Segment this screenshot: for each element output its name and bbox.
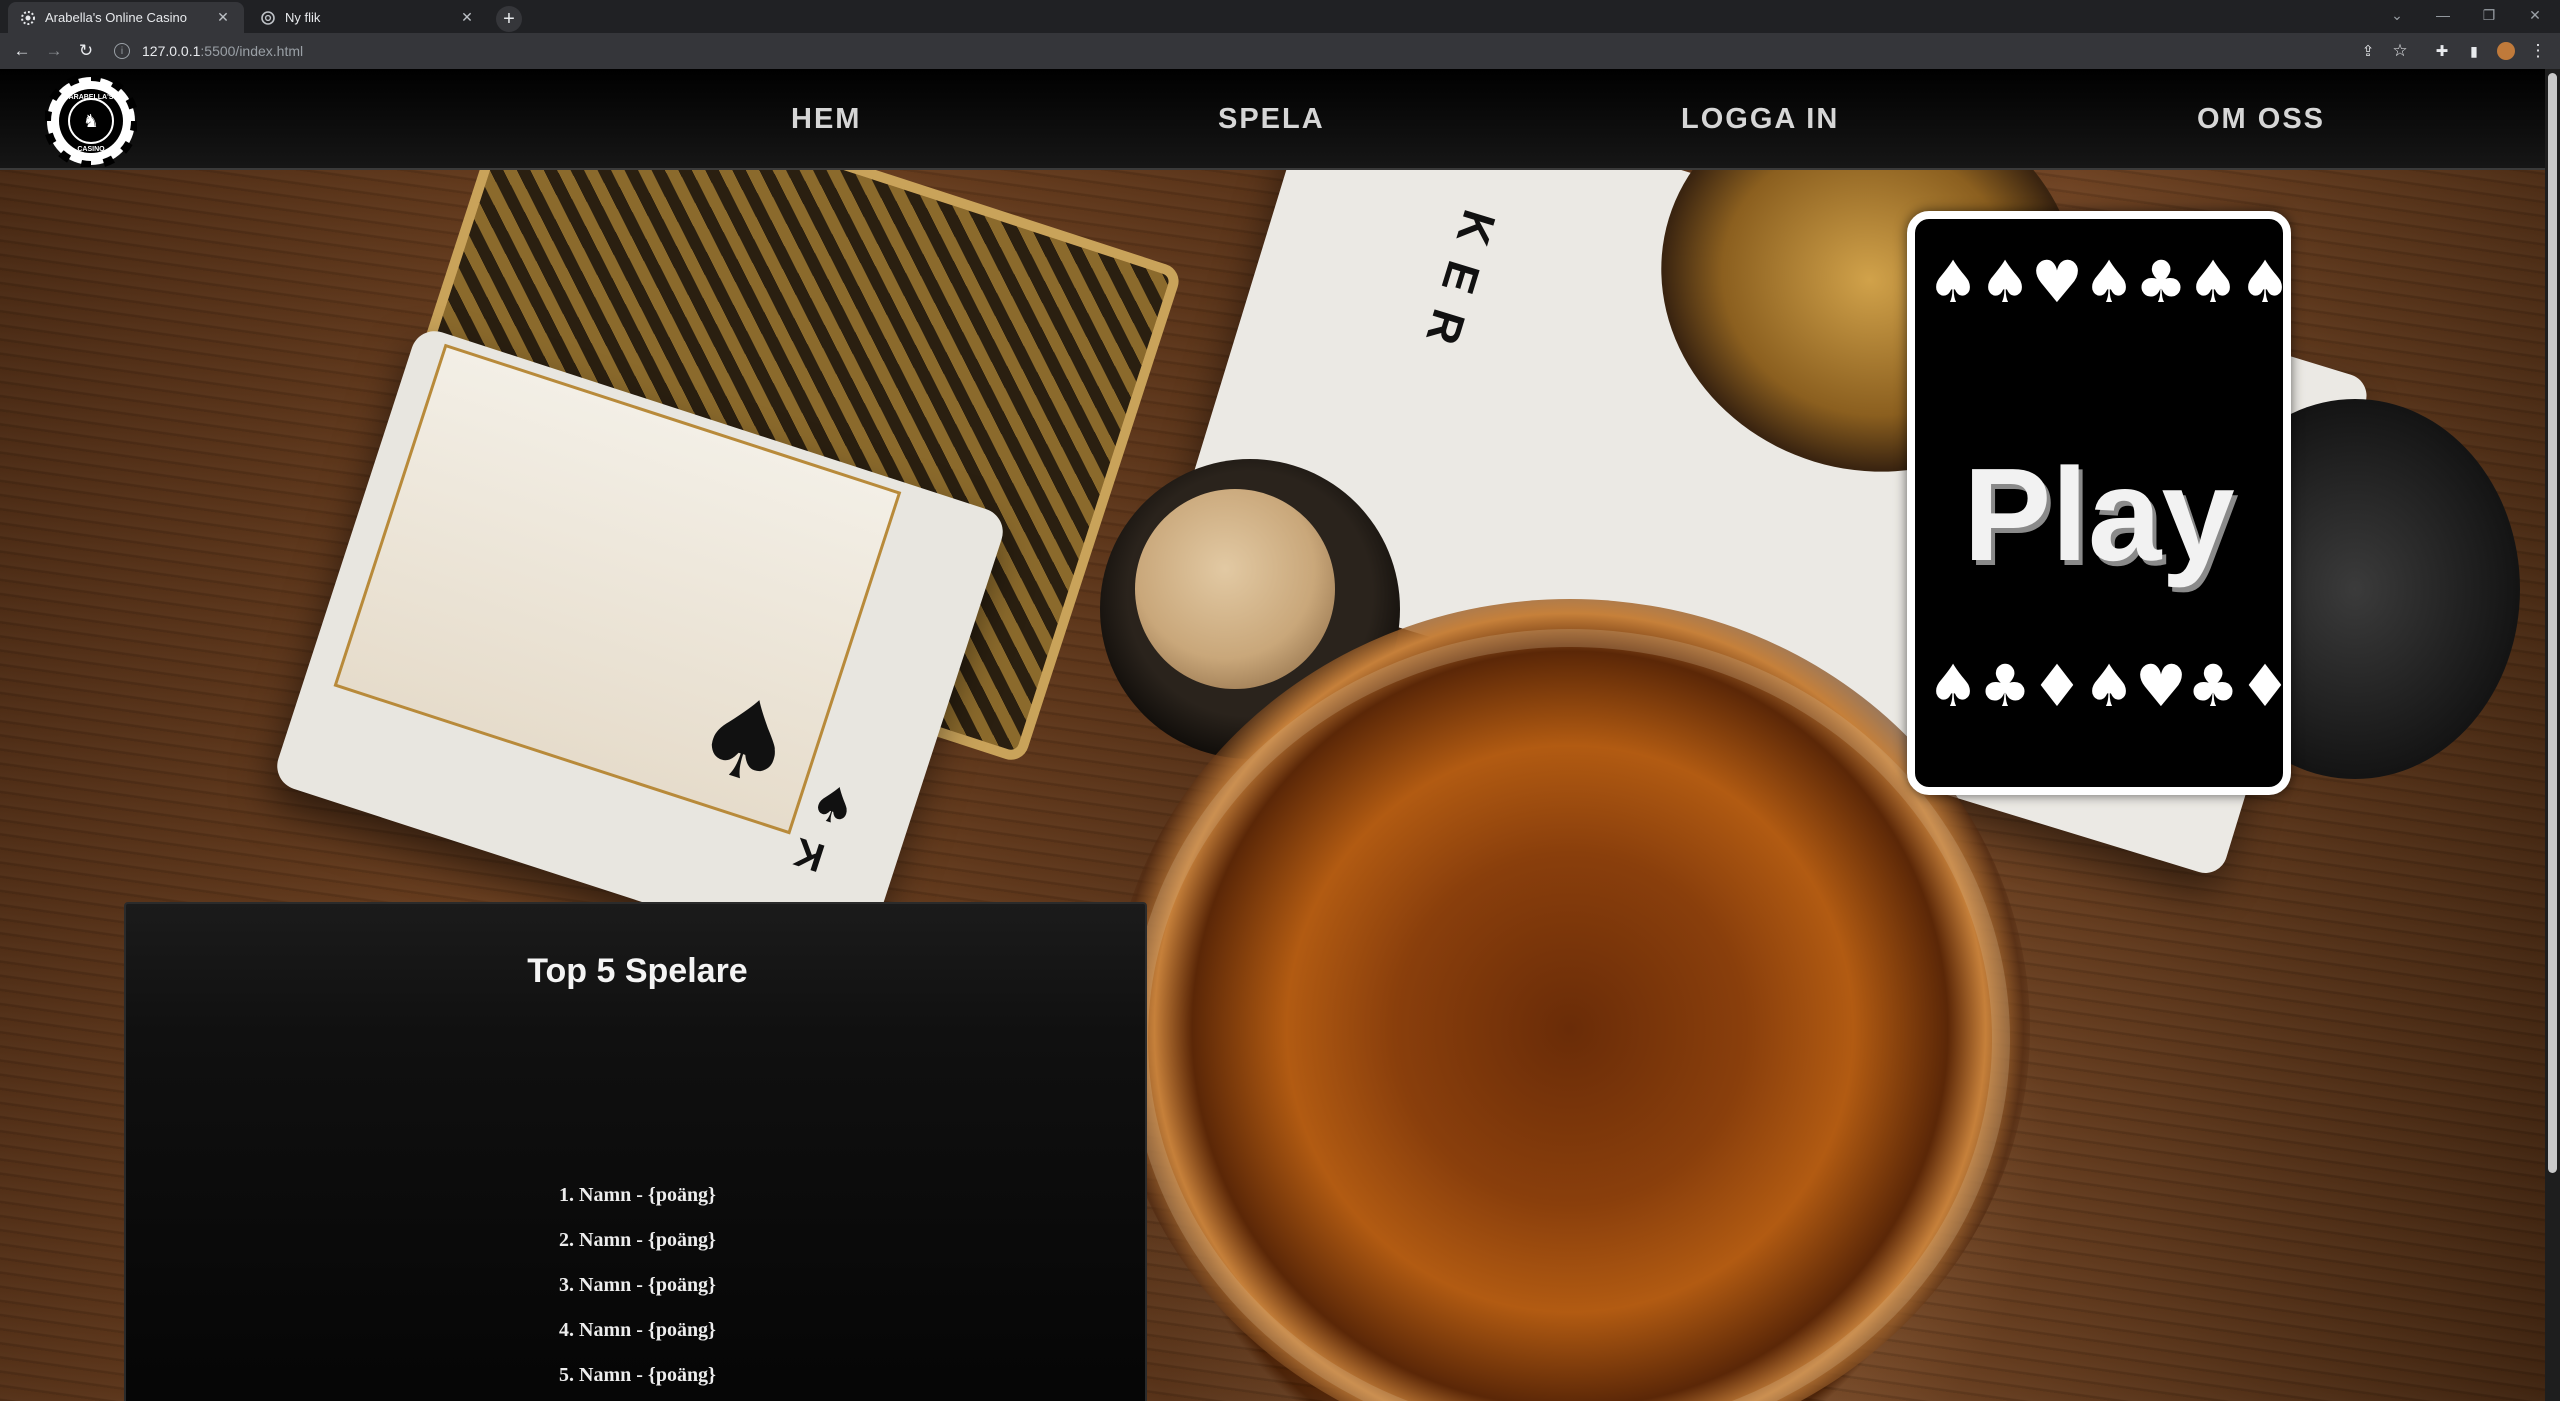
leaderboard-title: Top 5 Spelare (527, 952, 748, 990)
logo-text-bottom: CASINO (77, 146, 105, 153)
spade-icon: ♠ (1979, 248, 2031, 316)
profile-avatar-icon[interactable] (2492, 37, 2520, 65)
logo-text-top: ARABELLA'S (69, 94, 114, 101)
share-icon[interactable]: ⇪ (2354, 37, 2382, 65)
spade-icon: ♠ (1927, 652, 1979, 720)
site-info-icon[interactable]: i (114, 43, 130, 59)
reload-icon[interactable]: ↻ (72, 37, 100, 65)
heart-icon: ♥ (2031, 248, 2083, 316)
play-button-card[interactable]: ♠ ♠ ♥ ♠ ♣ ♠ ♠ Play ♠ ♣ ♦ ♠ ♥ ♣ ♦ (1907, 211, 2291, 795)
nav-link-about[interactable]: OM OSS (2197, 99, 2325, 139)
page-viewport: ♠ ♠ K KER ♞ ARABELLA'S CASINO HEM SPELA … (0, 69, 2545, 1401)
address-bar[interactable]: i 127.0.0.1:5500/index.html (114, 37, 2334, 65)
leaderboard-list: 1. Namn - {poäng} 2. Namn - {poäng} 3. N… (126, 1184, 1149, 1401)
leaderboard-entry: 2. Namn - {poäng} (559, 1229, 716, 1251)
chrome-icon (260, 10, 276, 26)
forward-arrow-icon[interactable]: → (40, 37, 68, 65)
tab-arabellas-casino[interactable]: Arabella's Online Casino ✕ (8, 2, 244, 33)
new-tab-button[interactable]: + (496, 6, 522, 32)
tab-search-icon[interactable]: ⌄ (2374, 0, 2420, 30)
nav-link-home[interactable]: HEM (791, 99, 861, 139)
bookmark-star-icon[interactable]: ☆ (2386, 37, 2414, 65)
spade-icon: ♠ (2083, 652, 2135, 720)
casino-chip-logo[interactable]: ♞ ARABELLA'S CASINO (45, 75, 137, 167)
club-icon: ♣ (1979, 652, 2031, 720)
heart-icon: ♥ (2135, 652, 2187, 720)
back-arrow-icon[interactable]: ← (8, 37, 36, 65)
nav-link-play[interactable]: SPELA (1218, 99, 1325, 139)
site-header: ♞ ARABELLA'S CASINO HEM SPELA LOGGA IN O… (0, 69, 2545, 170)
diamond-icon: ♦ (2031, 652, 2083, 720)
url-path: :5500/index.html (200, 43, 304, 59)
leaderboard-entry: 5. Namn - {poäng} (559, 1364, 716, 1386)
diamond-icon: ♦ (2239, 652, 2291, 720)
side-panel-icon[interactable]: ▮ (2460, 37, 2488, 65)
leaderboard-entry: 1. Namn - {poäng} (559, 1184, 716, 1206)
club-icon: ♣ (2187, 652, 2239, 720)
tab-title: Arabella's Online Casino (45, 10, 187, 25)
menu-kebab-icon[interactable]: ⋮ (2524, 37, 2552, 65)
spade-icon: ♠ (2239, 248, 2291, 316)
nav-link-login[interactable]: LOGGA IN (1681, 99, 1839, 139)
tab-new-tab[interactable]: Ny flik ✕ (248, 2, 488, 33)
extensions-puzzle-icon[interactable]: ✚ (2428, 37, 2456, 65)
browser-toolbar: ← → ↻ i 127.0.0.1:5500/index.html ⇪ ☆ ✚ … (0, 33, 2560, 69)
leaderboard-entry: 3. Namn - {poäng} (559, 1274, 716, 1296)
svg-text:♞: ♞ (83, 111, 99, 132)
spade-icon: ♠ (1927, 248, 1979, 316)
browser-tab-bar: Arabella's Online Casino ✕ Ny flik ✕ + ⌄… (0, 0, 2560, 33)
play-card-top-suits: ♠ ♠ ♥ ♠ ♣ ♠ ♠ (1927, 248, 2291, 316)
close-tab-icon[interactable]: ✕ (214, 9, 232, 27)
leaderboard-entry: 4. Namn - {poäng} (559, 1319, 716, 1341)
leaderboard-panel: Top 5 Spelare 1. Namn - {poäng} 2. Namn … (124, 902, 1147, 1401)
close-tab-icon[interactable]: ✕ (458, 9, 476, 27)
url-host: 127.0.0.1 (142, 43, 201, 59)
page-scrollbar[interactable] (2545, 69, 2560, 1401)
close-window-icon[interactable]: ✕ (2512, 0, 2558, 30)
scrollbar-thumb[interactable] (2548, 73, 2557, 1173)
restore-icon[interactable]: ❐ (2466, 0, 2512, 30)
tab-title: Ny flik (285, 10, 321, 25)
play-card-bottom-suits: ♠ ♣ ♦ ♠ ♥ ♣ ♦ (1927, 652, 2291, 720)
casino-chip-icon (20, 10, 36, 26)
club-icon: ♣ (2135, 248, 2187, 316)
spade-icon: ♠ (2187, 248, 2239, 316)
spade-icon: ♠ (2083, 248, 2135, 316)
minimize-icon[interactable]: — (2420, 0, 2466, 30)
play-label: Play (1963, 441, 2235, 588)
